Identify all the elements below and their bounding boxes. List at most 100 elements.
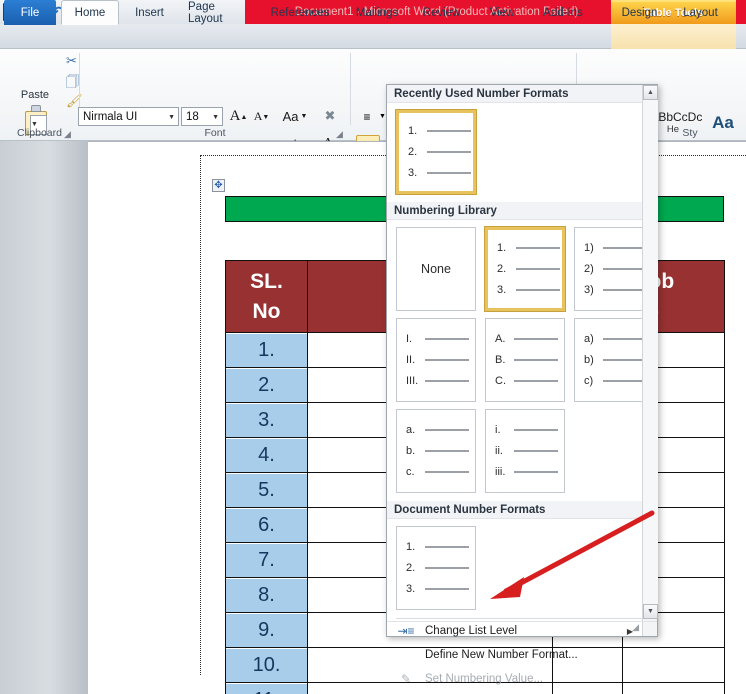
row-number-cell[interactable]: 8.	[225, 577, 308, 613]
tab-view[interactable]: View	[481, 0, 523, 25]
tab-page-layout[interactable]: Page Layout	[179, 0, 257, 25]
gal-rule	[425, 380, 469, 382]
bullets-icon[interactable]: ≡	[356, 107, 378, 127]
shrink-font-button[interactable]: A ▼	[251, 106, 272, 127]
clipboard-dialog-launcher-icon[interactable]: ◢	[64, 129, 73, 139]
copy-icon[interactable]: 🗍	[66, 73, 79, 95]
tab-insert[interactable]: Insert	[126, 0, 173, 25]
row-number-value: 5.	[226, 473, 307, 507]
menu-item-label: Define New Number Format...	[425, 649, 578, 661]
number-format-none[interactable]: None	[396, 227, 476, 311]
define-new-number-format-icon	[396, 646, 416, 664]
gal-rule	[516, 289, 560, 291]
dropdown-resize-grip[interactable]: ◢	[632, 622, 639, 633]
row-number-cell[interactable]: 10.	[225, 647, 308, 683]
number-format-roman-lower[interactable]: i. ii. iii.	[485, 409, 565, 493]
table-header-sl-no[interactable]: SL. No	[225, 260, 308, 333]
gal-label: 1.	[408, 125, 418, 137]
paste-button[interactable]: Paste	[8, 89, 62, 103]
number-format-decimal-period[interactable]: 1. 2. 3.	[484, 226, 566, 312]
dropdown-scrollbar[interactable]: ▲ ▼	[642, 85, 658, 636]
gal-label: C.	[495, 375, 506, 387]
font-name-combobox[interactable]: Nirmala UI ▼	[78, 107, 179, 126]
tab-references[interactable]: References	[263, 0, 337, 25]
tab-design[interactable]: Design	[612, 0, 667, 25]
row-number-cell[interactable]: 1.	[225, 332, 308, 368]
row-number-cell[interactable]: 5.	[225, 472, 308, 508]
row-number-cell[interactable]: 9.	[225, 612, 308, 648]
menu-item-set-numbering-value[interactable]: ✎ Set Numbering Value...	[387, 667, 657, 691]
gal-rule	[425, 471, 469, 473]
tab-mailings[interactable]: Mailings	[347, 0, 407, 25]
row-number-cell[interactable]: 3.	[225, 402, 308, 438]
font-name-dropdown-icon[interactable]: ▼	[168, 114, 175, 121]
gal-label: a)	[584, 333, 594, 345]
gal-rule	[425, 567, 469, 569]
grow-font-button[interactable]: A ▲	[228, 106, 249, 127]
section-header-document-formats: Document Number Formats	[387, 501, 643, 519]
gal-rule	[603, 247, 647, 249]
scroll-down-icon[interactable]: ▼	[643, 604, 658, 619]
font-dialog-launcher-icon[interactable]: ◢	[336, 129, 345, 139]
tab-review[interactable]: Review	[415, 0, 468, 25]
menu-item-define-new-number-format[interactable]: Define New Number Format...	[387, 643, 657, 667]
gal-label: 1.	[497, 242, 507, 254]
gal-label: a.	[406, 424, 416, 436]
gal-rule	[425, 450, 469, 452]
gal-rule	[514, 471, 558, 473]
row-number-cell[interactable]: 11.	[225, 682, 308, 694]
row-number-value: 2.	[226, 368, 307, 402]
gal-rule	[603, 268, 647, 270]
number-format-recent-decimal[interactable]: 1. 2. 3.	[395, 109, 477, 195]
gal-rule	[427, 172, 471, 174]
table-move-handle[interactable]: ✥	[212, 179, 225, 192]
menu-item-change-list-level[interactable]: ⇥≡ Change List Level ▶	[387, 619, 657, 643]
gal-label: A.	[495, 333, 506, 345]
number-format-alpha-lower-period[interactable]: a. b. c.	[396, 409, 476, 493]
number-format-document-decimal[interactable]: 1. 2. 3.	[396, 526, 476, 610]
tab-home[interactable]: Home	[61, 0, 119, 25]
numbering-library-row-3: a. b. c. i. ii. iii.	[387, 402, 657, 493]
cut-icon[interactable]: ✂	[66, 53, 77, 69]
font-size-value: 18	[186, 110, 199, 123]
gal-rule	[514, 429, 558, 431]
document-left-gutter	[0, 141, 88, 694]
font-size-combobox[interactable]: 18 ▼	[181, 107, 223, 126]
gal-label: I.	[406, 333, 413, 345]
gal-label: 2.	[497, 263, 507, 275]
gal-label: B.	[495, 354, 506, 366]
gal-rule	[603, 380, 647, 382]
gal-rule	[514, 359, 558, 361]
gal-rule	[425, 429, 469, 431]
row-number-cell[interactable]: 7.	[225, 542, 308, 578]
font-size-dropdown-icon[interactable]: ▼	[212, 114, 219, 121]
gal-rule	[427, 130, 471, 132]
tab-file[interactable]: File	[4, 0, 56, 25]
row-number-cell[interactable]: 4.	[225, 437, 308, 473]
tab-add-ins[interactable]: Add-Ins	[534, 0, 592, 25]
row-number-value: 4.	[226, 438, 307, 472]
gal-rule	[514, 338, 558, 340]
gal-label: ii.	[495, 445, 503, 457]
tab-layout[interactable]: Layout	[673, 0, 728, 25]
table-tools-tab-band	[611, 24, 736, 49]
scrollbar-track[interactable]	[643, 100, 658, 604]
row-number-value: 1.	[226, 333, 307, 367]
number-format-alpha-upper[interactable]: A. B. C.	[485, 318, 565, 402]
gal-label: iii.	[495, 466, 506, 478]
clear-formatting-icon[interactable]: ✖	[318, 105, 342, 127]
gal-label: 3.	[497, 284, 507, 296]
row-number-cell[interactable]: 2.	[225, 367, 308, 403]
gal-rule	[516, 268, 560, 270]
menu-item-label: Set Numbering Value...	[425, 673, 544, 685]
change-case-button[interactable]: Aa ▼	[281, 106, 309, 127]
gal-label: 1)	[584, 242, 594, 254]
scroll-up-icon[interactable]: ▲	[643, 85, 658, 100]
numbering-dropdown-menu: ▲ ▼ Recently Used Number Formats 1. 2. 3…	[386, 84, 658, 686]
numbering-library-row-2: I. II. III. A. B. C. a) b) c)	[387, 311, 657, 402]
gal-label: 3.	[406, 583, 416, 595]
gal-rule	[427, 151, 471, 153]
row-number-cell[interactable]: 6.	[225, 507, 308, 543]
gal-rule	[516, 247, 560, 249]
number-format-roman-upper[interactable]: I. II. III.	[396, 318, 476, 402]
